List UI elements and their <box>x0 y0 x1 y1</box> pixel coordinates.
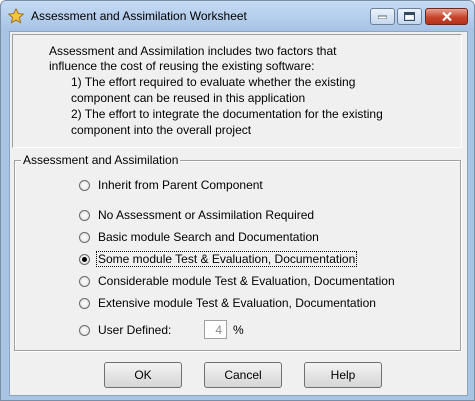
dialog-window: Assessment and Assimilation Worksheet As… <box>0 0 475 401</box>
option-label: Inherit from Parent Component <box>98 178 263 192</box>
radio-button[interactable] <box>79 231 90 243</box>
ok-button[interactable]: OK <box>104 362 182 388</box>
option-label: Considerable module Test & Evaluation, D… <box>98 274 395 288</box>
description-panel: Assessment and Assimilation includes two… <box>12 34 462 148</box>
window-title: Assessment and Assimilation Worksheet <box>31 9 247 23</box>
description-line: influence the cost of reusing the existi… <box>49 59 315 73</box>
star-icon <box>8 8 24 24</box>
description-line: component into the overall project <box>71 123 252 137</box>
description-line: 2) The effort to integrate the documenta… <box>71 107 383 121</box>
option-basic[interactable]: Basic module Search and Documentation <box>79 229 320 245</box>
description-line: 1) The effort required to evaluate wheth… <box>71 75 356 89</box>
option-some[interactable]: Some module Test & Evaluation, Documenta… <box>79 251 358 267</box>
radio-button[interactable] <box>79 297 90 309</box>
user-defined-input[interactable] <box>204 320 227 339</box>
cancel-button[interactable]: Cancel <box>204 362 282 388</box>
radio-button[interactable] <box>79 324 90 336</box>
option-user-defined[interactable]: User Defined: <box>79 322 172 338</box>
option-label: User Defined: <box>98 323 172 337</box>
description-line: component can be reused in this applicat… <box>71 91 306 105</box>
radio-dot <box>82 256 87 262</box>
close-icon <box>441 12 452 21</box>
radio-button[interactable] <box>79 179 90 191</box>
option-label: Extensive module Test & Evaluation, Docu… <box>98 296 376 310</box>
dialog-body: Assessment and Assimilation includes two… <box>9 31 468 396</box>
minimize-button[interactable] <box>370 8 395 25</box>
help-button[interactable]: Help <box>304 362 382 388</box>
minimize-icon <box>378 15 387 19</box>
option-considerable[interactable]: Considerable module Test & Evaluation, D… <box>79 273 396 289</box>
group-title: Assessment and Assimilation <box>21 153 181 167</box>
option-extensive[interactable]: Extensive module Test & Evaluation, Docu… <box>79 295 377 311</box>
maximize-button[interactable] <box>397 8 422 25</box>
radio-button[interactable] <box>79 209 90 221</box>
option-label: Basic module Search and Documentation <box>98 230 319 244</box>
radio-button[interactable] <box>79 275 90 287</box>
title-bar[interactable]: Assessment and Assimilation Worksheet <box>1 1 474 31</box>
option-label: No Assessment or Assimilation Required <box>98 208 315 222</box>
percent-label: % <box>233 323 244 337</box>
option-label: Some module Test & Evaluation, Documenta… <box>95 251 358 267</box>
option-inherit[interactable]: Inherit from Parent Component <box>79 177 264 193</box>
maximize-icon <box>404 12 415 21</box>
option-no-assessment[interactable]: No Assessment or Assimilation Required <box>79 207 315 223</box>
radio-button-selected[interactable] <box>79 253 90 265</box>
description-line: Assessment and Assimilation includes two… <box>49 44 337 58</box>
close-button[interactable] <box>425 8 468 25</box>
